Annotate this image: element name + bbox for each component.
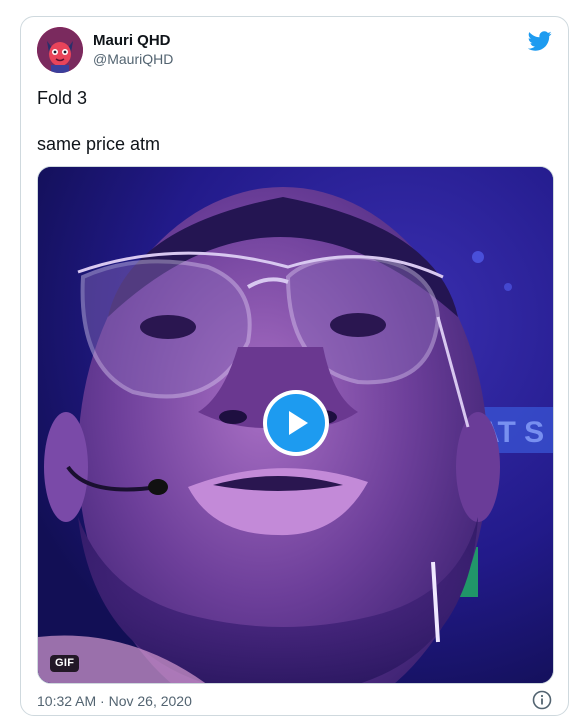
play-button-fill — [267, 394, 325, 452]
play-icon — [289, 411, 308, 435]
user-handle[interactable]: @MauriQHD — [93, 50, 173, 68]
tweet-timestamp[interactable]: 10:32 AM · Nov 26, 2020 — [37, 692, 192, 710]
info-icon[interactable] — [532, 690, 552, 710]
tweet-header: Mauri QHD @MauriQHD — [37, 27, 552, 77]
avatar-image — [37, 27, 83, 73]
tweet-card[interactable]: Mauri QHD @MauriQHD Fold 3 same price at… — [20, 16, 569, 716]
tweet-text-line-2: same price atm — [37, 134, 161, 154]
tweet-media-gif[interactable]: AT S GIF — [37, 166, 554, 684]
author-names[interactable]: Mauri QHD @MauriQHD — [93, 31, 173, 68]
avatar[interactable] — [37, 27, 83, 73]
play-button[interactable] — [263, 390, 329, 456]
gif-badge: GIF — [50, 655, 80, 672]
display-name[interactable]: Mauri QHD — [93, 31, 173, 50]
tweet-text-line-1: Fold 3 — [37, 88, 88, 108]
twitter-bird-icon[interactable] — [528, 29, 552, 53]
